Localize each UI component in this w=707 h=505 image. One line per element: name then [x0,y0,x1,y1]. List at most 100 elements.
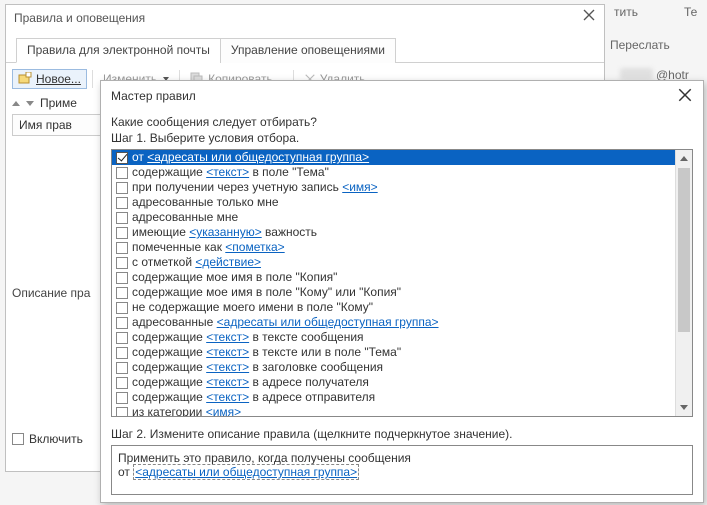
sort-down-icon[interactable] [26,101,34,106]
condition-text: имеющие <указанную> важность [132,225,317,240]
condition-checkbox[interactable] [116,152,128,164]
scroll-thumb[interactable] [678,168,690,332]
condition-text: содержащие <текст> в тексте или в поле "… [132,345,401,360]
new-rule-button[interactable]: Новое... [12,69,87,89]
condition-value-link[interactable]: <имя> [206,405,241,417]
condition-checkbox[interactable] [116,182,128,194]
dialog2-close-button[interactable] [677,87,693,106]
toolbar-separator [92,70,93,88]
condition-checkbox[interactable] [116,302,128,314]
bg-reply-fragment: тить [614,5,638,19]
condition-value-link[interactable]: <адресаты или общедоступная группа> [147,150,369,164]
condition-item[interactable]: имеющие <указанную> важность [112,225,692,240]
condition-checkbox[interactable] [116,362,128,374]
condition-checkbox[interactable] [116,347,128,359]
tab-email-rules[interactable]: Правила для электронной почты [16,38,221,63]
condition-checkbox[interactable] [116,317,128,329]
condition-item[interactable]: содержащие <текст> в тексте или в поле "… [112,345,692,360]
dialog1-close-button[interactable] [582,5,596,31]
condition-text: содержащие <текст> в поле "Тема" [132,165,329,180]
step1-label: Шаг 1. Выберите условия отбора. [111,131,693,145]
sort-up-icon[interactable] [12,101,20,106]
condition-text: содержащие мое имя в поле "Кому" или "Ко… [132,285,401,300]
desc-line1: Применить это правило, когда получены со… [118,451,686,465]
condition-item[interactable]: от <адресаты или общедоступная группа> [112,150,692,165]
condition-value-link[interactable]: <текст> [206,375,249,389]
chevron-up-icon [680,156,688,161]
condition-checkbox[interactable] [116,167,128,179]
condition-item[interactable]: не содержащие моего имени в поле "Кому" [112,300,692,315]
condition-text: содержащие <текст> в заголовке сообщения [132,360,383,375]
condition-item[interactable]: адресованные мне [112,210,692,225]
condition-value-link[interactable]: <текст> [206,330,249,344]
condition-text: адресованные <адресаты или общедоступная… [132,315,439,330]
scroll-down-button[interactable] [676,399,692,416]
bg-blur [620,68,653,80]
rules-wizard-dialog: Мастер правил Какие сообщения следует от… [100,80,704,503]
condition-item[interactable]: содержащие <текст> в адресе отправителя [112,390,692,405]
condition-item[interactable]: адресованные <адресаты или общедоступная… [112,315,692,330]
chevron-down-icon [680,405,688,410]
condition-text: адресованные мне [132,210,238,225]
condition-item[interactable]: содержащие мое имя в поле "Кому" или "Ко… [112,285,692,300]
condition-text: содержащие <текст> в тексте сообщения [132,330,364,345]
dialog2-title: Мастер правил [111,89,196,103]
condition-checkbox[interactable] [116,227,128,239]
close-icon [582,8,596,22]
wizard-question: Какие сообщения следует отбирать? [111,115,693,129]
condition-checkbox[interactable] [116,332,128,344]
new-rule-icon [18,72,32,86]
condition-item[interactable]: содержащие <текст> в тексте сообщения [112,330,692,345]
condition-item[interactable]: из категории <имя> [112,405,692,417]
condition-text: помеченные как <пометка> [132,240,285,255]
condition-checkbox[interactable] [116,272,128,284]
condition-checkbox[interactable] [116,212,128,224]
rule-description-box: Применить это правило, когда получены со… [111,445,693,495]
tab-alerts[interactable]: Управление оповещениями [220,38,396,63]
condition-value-link[interactable]: <текст> [206,360,249,374]
condition-text: адресованные только мне [132,195,279,210]
apply-order-label: Приме [40,96,77,110]
condition-value-link[interactable]: <действие> [195,255,261,269]
condition-text: содержащие мое имя в поле "Копия" [132,270,337,285]
condition-text: при получении через учетную запись <имя> [132,180,378,195]
condition-checkbox[interactable] [116,377,128,389]
condition-checkbox[interactable] [116,407,128,418]
desc-line2: от <адресаты или общедоступная группа> [118,465,686,479]
conditions-listbox[interactable]: от <адресаты или общедоступная группа>со… [111,149,693,417]
condition-value-link[interactable]: <указанную> [189,225,262,239]
condition-item[interactable]: при получении через учетную запись <имя> [112,180,692,195]
condition-value-link[interactable]: <текст> [206,390,249,404]
condition-value-link[interactable]: <текст> [206,345,249,359]
condition-value-link[interactable]: <имя> [342,180,377,194]
condition-checkbox[interactable] [116,197,128,209]
step2-label: Шаг 2. Измените описание правила (щелкни… [111,427,693,441]
dialog1-title: Правила и оповещения [14,5,145,31]
condition-checkbox[interactable] [116,392,128,404]
condition-item[interactable]: содержащие мое имя в поле "Копия" [112,270,692,285]
desc-recipients-link[interactable]: <адресаты или общедоступная группа> [133,464,359,480]
scroll-up-button[interactable] [676,150,692,167]
condition-item[interactable]: адресованные только мне [112,195,692,210]
condition-text: из категории <имя> [132,405,241,417]
condition-value-link[interactable]: <текст> [206,165,249,179]
condition-item[interactable]: помеченные как <пометка> [112,240,692,255]
condition-checkbox[interactable] [116,242,128,254]
condition-checkbox[interactable] [116,257,128,269]
desc-prefix: от [118,465,130,479]
condition-item[interactable]: содержащие <текст> в поле "Тема" [112,165,692,180]
include-label: Включить [29,432,83,446]
condition-text: с отметкой <действие> [132,255,261,270]
condition-checkbox[interactable] [116,287,128,299]
condition-value-link[interactable]: <пометка> [225,240,284,254]
condition-item[interactable]: с отметкой <действие> [112,255,692,270]
condition-value-link[interactable]: <адресаты или общедоступная группа> [217,315,439,329]
include-checkbox[interactable] [12,433,24,445]
scrollbar[interactable] [675,150,692,416]
condition-item[interactable]: содержащие <текст> в адресе получателя [112,375,692,390]
condition-item[interactable]: содержащие <текст> в заголовке сообщения [112,360,692,375]
condition-text: содержащие <текст> в адресе отправителя [132,390,375,405]
condition-text: не содержащие моего имени в поле "Кому" [132,300,373,315]
new-rule-label: Новое... [36,72,81,86]
bg-forward-label[interactable]: Переслать [610,38,670,52]
